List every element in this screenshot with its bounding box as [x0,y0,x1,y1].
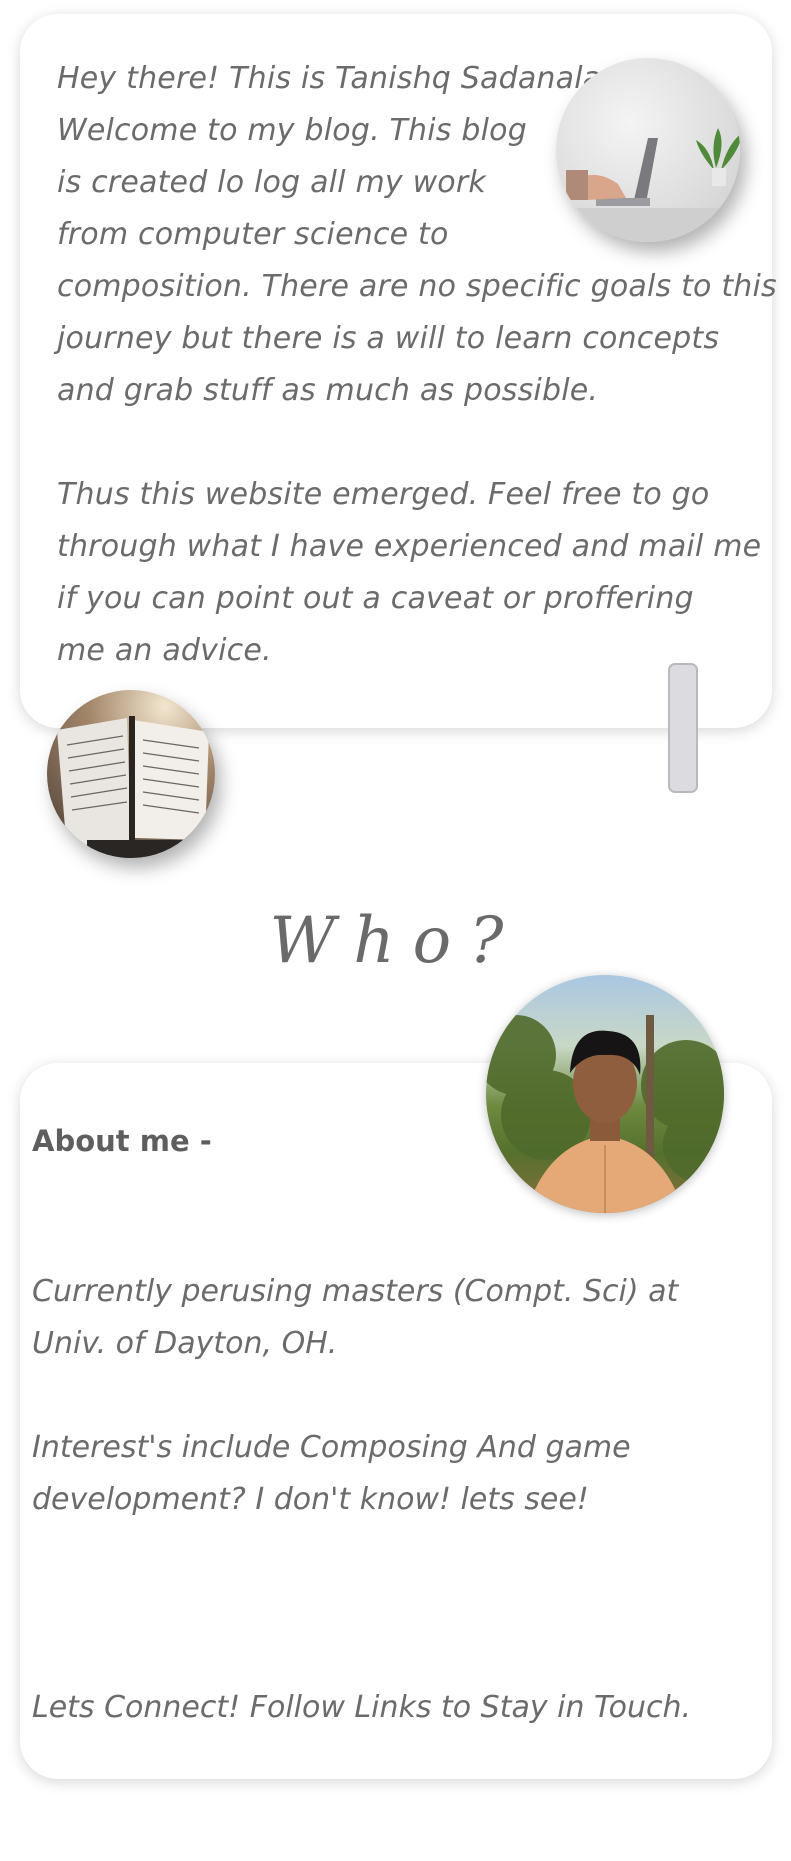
about-text-line: Currently perusing masters (Compt. Sci) … [32,1274,679,1309]
intro-text-line: is created lo log all my work [57,165,486,200]
intro-text-line: if you can point out a caveat or proffer… [57,581,694,616]
about-heading: About me - [32,1124,212,1158]
intro-text-line: Welcome to my blog. This blog [57,113,527,148]
intro-text-line: through what I have experienced and mail… [57,529,762,564]
who-heading: Who? [269,904,522,978]
intro-text-line: me an advice. [57,633,272,668]
about-text-line: Interest's include Composing And game [32,1430,631,1465]
scrollbar-thumb[interactable] [668,663,698,793]
profile-photo [486,975,724,1213]
about-text-line: development? I don't know! lets see! [32,1482,589,1517]
sheet-music-photo [47,690,215,858]
intro-text-line: Thus this website emerged. Feel free to … [57,477,710,512]
about-text-line: Univ. of Dayton, OH. [32,1326,338,1361]
intro-text-line: Hey there! This is Tanishq Sadanala. [57,61,612,96]
laptop-photo [556,58,740,242]
intro-text-line: and grab stuff as much as possible. [57,373,599,408]
intro-text-line: from computer science to [57,217,449,252]
intro-text-line: composition. There are no specific goals… [57,269,777,304]
intro-text-line: journey but there is a will to learn con… [57,321,720,356]
connect-text: Lets Connect! Follow Links to Stay in To… [32,1690,692,1725]
